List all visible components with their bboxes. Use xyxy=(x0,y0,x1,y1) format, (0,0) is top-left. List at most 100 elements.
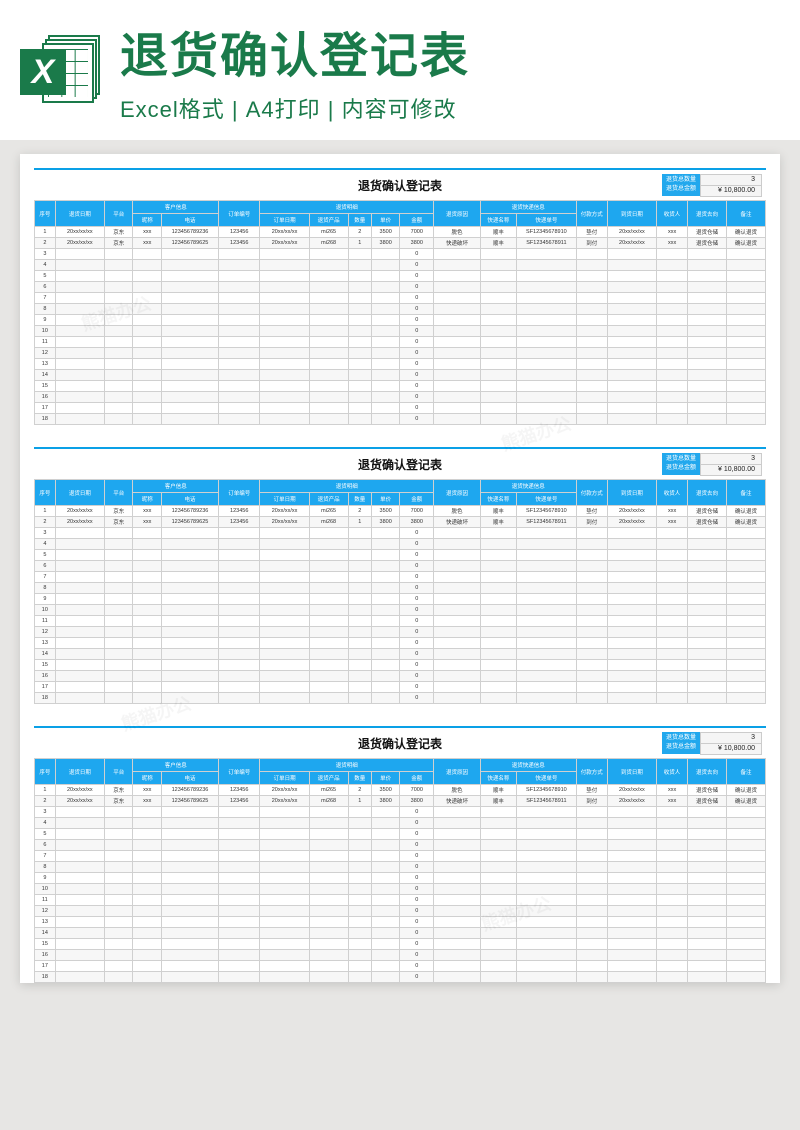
cell-order_no: 123456 xyxy=(219,796,260,807)
cell-phone xyxy=(161,961,218,972)
cell-reason xyxy=(434,337,481,348)
col-phone: 电话 xyxy=(161,493,218,506)
cell-nickname xyxy=(133,616,162,627)
cell-seq: 16 xyxy=(35,392,56,403)
cell-nickname xyxy=(133,403,162,414)
cell-tracking xyxy=(517,594,577,605)
return-table: 序号 退货日期 平台 客户信息 订单编号 退货明细 退货原因 退货快递信息 付款… xyxy=(34,479,766,704)
cell-reason xyxy=(434,627,481,638)
cell-platform xyxy=(104,972,133,983)
cell-order_date xyxy=(260,370,309,381)
cell-pay_method xyxy=(576,403,607,414)
cell-platform xyxy=(104,326,133,337)
cell-disposition xyxy=(688,928,727,939)
cell-qty: 1 xyxy=(348,238,371,249)
cell-platform xyxy=(104,403,133,414)
cell-seq: 13 xyxy=(35,917,56,928)
cell-return_date xyxy=(55,906,104,917)
cell-product: mi268 xyxy=(309,517,348,528)
cell-qty xyxy=(348,638,371,649)
cell-remark xyxy=(726,906,765,917)
cell-tracking xyxy=(517,249,577,260)
cell-arrive_date xyxy=(607,561,656,572)
cell-pay_method xyxy=(576,807,607,818)
cell-disposition xyxy=(688,884,727,895)
table-row: 120xx/xx/xx京东xxx12345678923612345620xx/x… xyxy=(35,227,766,238)
cell-amount: 0 xyxy=(400,315,434,326)
cell-checker xyxy=(657,381,688,392)
cell-remark xyxy=(726,627,765,638)
cell-seq: 5 xyxy=(35,829,56,840)
cell-amount: 0 xyxy=(400,337,434,348)
summary-box: 退货总数量 退货总金额 3 ¥ 10,800.00 xyxy=(662,732,762,755)
cell-product xyxy=(309,315,348,326)
cell-order_no xyxy=(219,594,260,605)
cell-disposition xyxy=(688,326,727,337)
cell-price xyxy=(371,928,400,939)
cell-reason xyxy=(434,972,481,983)
cell-seq: 10 xyxy=(35,326,56,337)
cell-courier xyxy=(480,627,516,638)
cell-checker xyxy=(657,337,688,348)
cell-phone xyxy=(161,950,218,961)
cell-amount: 0 xyxy=(400,605,434,616)
cell-arrive_date xyxy=(607,381,656,392)
table-row: 50 xyxy=(35,271,766,282)
cell-courier xyxy=(480,671,516,682)
cell-pay_method xyxy=(576,873,607,884)
cell-phone xyxy=(161,928,218,939)
spreadsheet-sheet: 退货确认登记表 退货总数量 退货总金额 3 ¥ 10,800.00 序号 退货日… xyxy=(34,168,766,425)
cell-order_date xyxy=(260,403,309,414)
cell-arrive_date xyxy=(607,550,656,561)
cell-phone xyxy=(161,326,218,337)
cell-order_date xyxy=(260,682,309,693)
cell-return_date: 20xx/xx/xx xyxy=(55,227,104,238)
cell-product xyxy=(309,414,348,425)
cell-qty xyxy=(348,561,371,572)
cell-nickname xyxy=(133,359,162,370)
cell-price xyxy=(371,807,400,818)
cell-price xyxy=(371,862,400,873)
cell-remark xyxy=(726,260,765,271)
cell-qty xyxy=(348,818,371,829)
cell-platform xyxy=(104,414,133,425)
cell-pay_method xyxy=(576,693,607,704)
cell-amount: 0 xyxy=(400,818,434,829)
cell-phone xyxy=(161,271,218,282)
cell-remark xyxy=(726,660,765,671)
col-return-date: 退货日期 xyxy=(55,201,104,227)
cell-order_date xyxy=(260,928,309,939)
col-pay: 付款方式 xyxy=(576,759,607,785)
cell-amount: 0 xyxy=(400,359,434,370)
cell-order_no xyxy=(219,605,260,616)
cell-pay_method xyxy=(576,671,607,682)
cell-pay_method xyxy=(576,594,607,605)
cell-amount: 0 xyxy=(400,928,434,939)
cell-tracking xyxy=(517,392,577,403)
summary-amt-label: 退货总金额 xyxy=(666,743,696,752)
cell-seq: 1 xyxy=(35,506,56,517)
cell-nickname xyxy=(133,972,162,983)
cell-platform xyxy=(104,873,133,884)
table-row: 130 xyxy=(35,917,766,928)
cell-price xyxy=(371,370,400,381)
cell-checker xyxy=(657,660,688,671)
cell-arrive_date xyxy=(607,682,656,693)
cell-tracking: SF12345678910 xyxy=(517,785,577,796)
cell-pay_method xyxy=(576,304,607,315)
cell-nickname: xxx xyxy=(133,227,162,238)
cell-qty: 2 xyxy=(348,227,371,238)
cell-checker xyxy=(657,851,688,862)
cell-reason xyxy=(434,539,481,550)
cell-disposition xyxy=(688,359,727,370)
cell-order_date xyxy=(260,862,309,873)
cell-phone xyxy=(161,840,218,851)
table-row: 70 xyxy=(35,851,766,862)
cell-tracking xyxy=(517,271,577,282)
cell-tracking xyxy=(517,561,577,572)
cell-disposition: 退货仓储 xyxy=(688,238,727,249)
cell-reason xyxy=(434,605,481,616)
cell-nickname xyxy=(133,627,162,638)
table-row: 120 xyxy=(35,348,766,359)
cell-disposition xyxy=(688,561,727,572)
